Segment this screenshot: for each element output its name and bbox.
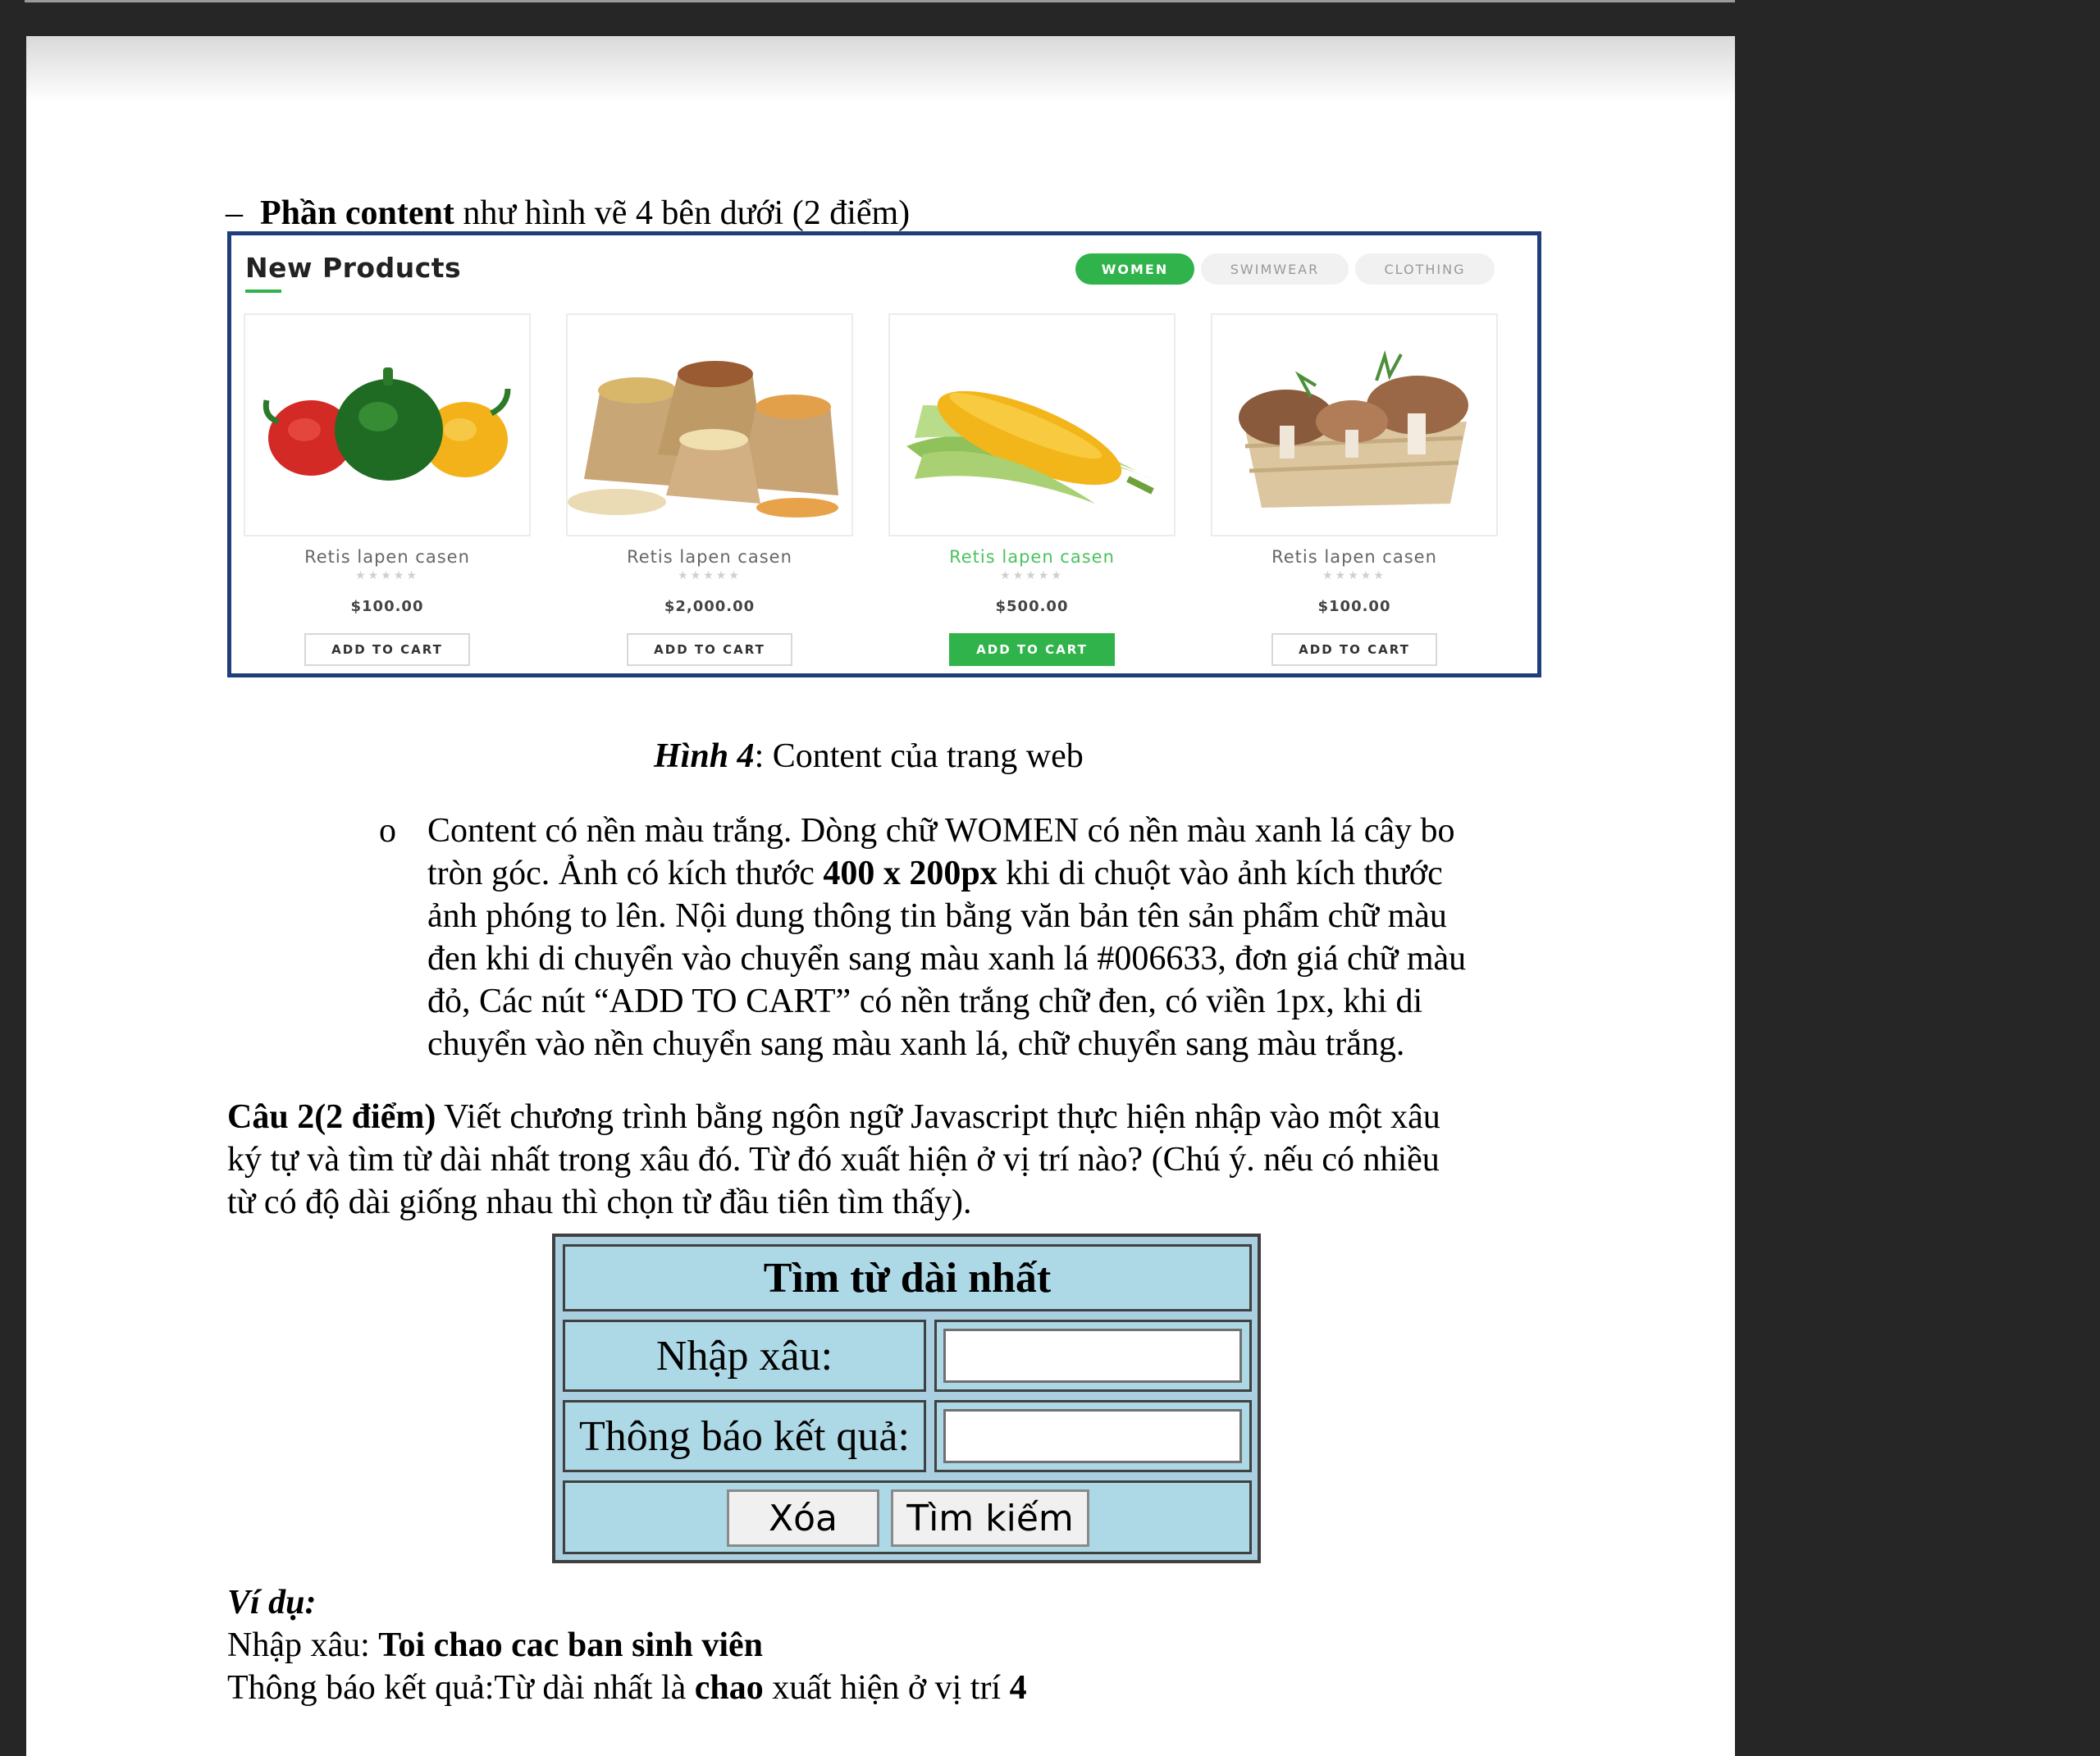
clear-button[interactable]: Xóa — [727, 1489, 879, 1547]
question-2-label: Câu 2(2 điểm) — [227, 1098, 436, 1136]
input-label: Nhập xâu: — [563, 1320, 926, 1392]
corn-image[interactable] — [888, 313, 1176, 536]
bullet-line: ảnh phóng to lên. Nội dung thông tin bằn… — [427, 897, 1447, 935]
example-block: Ví dụ: Nhập xâu: Toi chao cac ban sinh v… — [227, 1581, 1027, 1709]
question-2-paragraph: Câu 2(2 điểm) Viết chương trình bằng ngô… — [227, 1096, 1440, 1224]
rating-stars: ★★★★★ — [1000, 569, 1064, 582]
example-input-line: Nhập xâu: Toi chao cac ban sinh viên — [227, 1626, 764, 1664]
example-heading: Ví dụ: — [227, 1584, 317, 1621]
rating-stars: ★★★★★ — [678, 569, 742, 582]
bullet-marker: o — [379, 812, 396, 850]
bullet-paragraph: Content có nền màu trắng. Dòng chữ WOMEN… — [427, 810, 1466, 1065]
string-input[interactable] — [943, 1329, 1242, 1383]
question-line: từ có độ dài giống nhau thì chọn từ đầu … — [227, 1184, 972, 1221]
figure-4-new-products: New Products WOMEN SWIMWEAR CLOTHING Ret… — [227, 231, 1541, 677]
product-name[interactable]: Retis lapen casen — [1211, 547, 1498, 567]
bullet-line: chuyển vào nền chuyển sang màu xanh lá, … — [427, 1025, 1405, 1063]
product-price: $100.00 — [1317, 598, 1391, 615]
add-to-cart-button[interactable]: ADD TO CART — [304, 633, 470, 666]
bullet-line: đen khi di chuyển vào chuyển sang màu xa… — [427, 940, 1467, 978]
bullet-line: đỏ, Các nút “ADD TO CART” có nền trắng c… — [427, 983, 1423, 1020]
product-price: $500.00 — [995, 598, 1069, 615]
section-heading-rest: như hình vẽ 4 bên dưới (2 điểm) — [454, 194, 911, 232]
add-to-cart-button[interactable]: ADD TO CART — [1271, 633, 1437, 666]
figure-4-caption: Hình 4: Content của trang web — [654, 735, 1084, 778]
top-rule — [25, 0, 1735, 2]
product-name[interactable]: Retis lapen casen — [566, 547, 853, 567]
bullet-line: tròn góc. Ảnh có kích thước 400 x 200px … — [427, 855, 1443, 892]
question-line: Câu 2(2 điểm) Viết chương trình bằng ngô… — [227, 1098, 1440, 1136]
product-card: Retis lapen casen ★★★★★ $100.00 ADD TO C… — [244, 235, 531, 670]
form-title: Tìm từ dài nhất — [563, 1244, 1252, 1311]
example-result-line: Thông báo kết quả:Từ dài nhất là chao xu… — [227, 1669, 1027, 1707]
add-to-cart-button-hover[interactable]: ADD TO CART — [949, 633, 1115, 666]
product-card: Retis lapen casen ★★★★★ $2,000.00 ADD TO… — [566, 235, 853, 670]
product-name-hover[interactable]: Retis lapen casen — [888, 547, 1176, 567]
nuts-sacks-image[interactable] — [566, 313, 853, 536]
caption-text: : Content của trang web — [754, 737, 1084, 775]
product-card: Retis lapen casen ★★★★★ $100.00 ADD TO C… — [1211, 235, 1498, 670]
rating-stars: ★★★★★ — [1322, 569, 1386, 582]
longest-word-form: Tìm từ dài nhất Nhập xâu: Thông báo kết … — [552, 1234, 1261, 1563]
document-page: – Phần content như hình vẽ 4 bên dưới (2… — [26, 36, 1735, 1756]
search-button[interactable]: Tìm kiếm — [891, 1489, 1089, 1547]
product-price: $2,000.00 — [664, 598, 756, 615]
product-name[interactable]: Retis lapen casen — [244, 547, 531, 567]
mushrooms-basket-image[interactable] — [1211, 313, 1498, 536]
bell-peppers-image[interactable] — [244, 313, 531, 536]
result-label: Thông báo kết quả: — [563, 1400, 926, 1472]
bullet-line: Content có nền màu trắng. Dòng chữ WOMEN… — [427, 812, 1455, 850]
result-output[interactable] — [943, 1409, 1242, 1463]
result-cell — [934, 1400, 1252, 1472]
section-heading-bold: Phần content — [260, 194, 454, 232]
product-card: Retis lapen casen ★★★★★ $500.00 ADD TO C… — [888, 235, 1176, 670]
question-line: ký tự và tìm từ dài nhất trong xâu đó. T… — [227, 1141, 1440, 1179]
rating-stars: ★★★★★ — [355, 569, 419, 582]
add-to-cart-button[interactable]: ADD TO CART — [627, 633, 792, 666]
section-heading: – Phần content như hình vẽ 4 bên dưới (2… — [226, 192, 910, 235]
caption-label: Hình 4 — [654, 737, 755, 775]
input-cell — [934, 1320, 1252, 1392]
page-top-shadow — [26, 36, 1735, 102]
section-dash: – — [226, 194, 243, 232]
product-price: $100.00 — [350, 598, 424, 615]
